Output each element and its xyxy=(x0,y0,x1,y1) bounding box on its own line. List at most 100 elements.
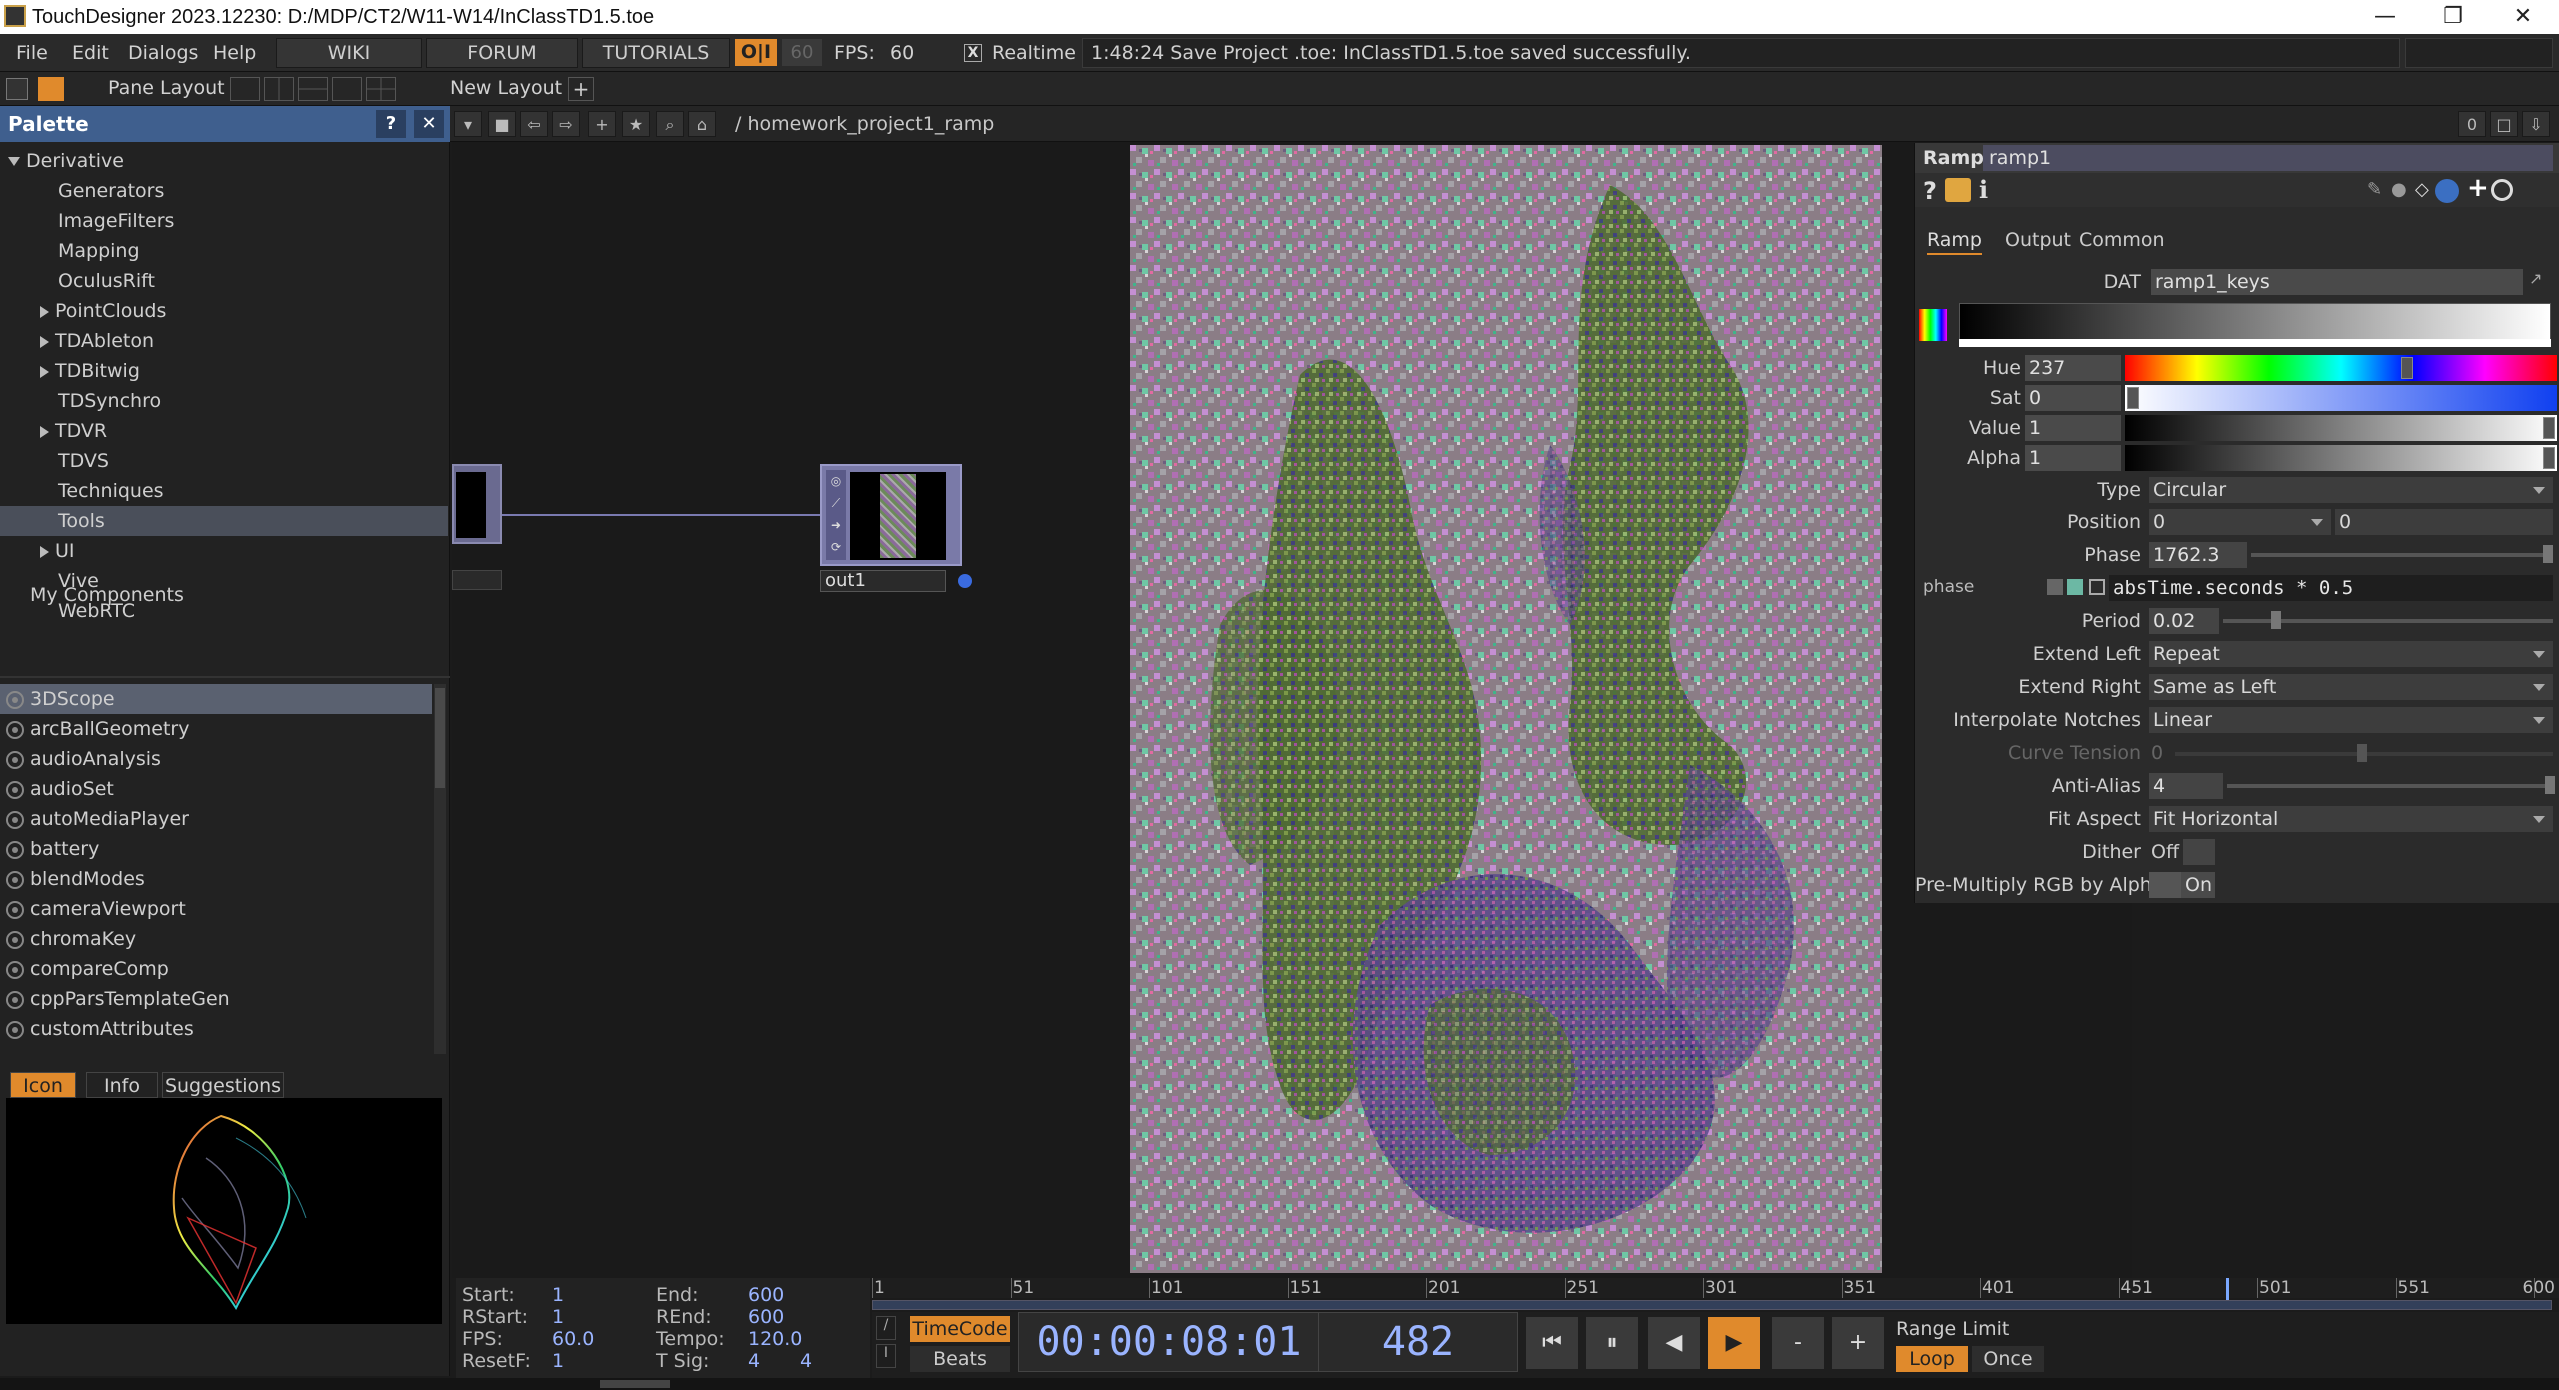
start-value[interactable]: 1 xyxy=(552,1284,564,1306)
component-item[interactable]: blendModes xyxy=(0,864,432,894)
ramp-color-icon[interactable] xyxy=(1919,309,1947,341)
tab-common[interactable]: Common xyxy=(2079,229,2165,251)
scroll-thumb[interactable] xyxy=(435,688,445,788)
edit-pencil-icon[interactable]: ✎ xyxy=(2367,179,2382,200)
rstart-value[interactable]: 1 xyxy=(552,1306,564,1328)
hue-slider[interactable] xyxy=(2125,355,2557,381)
tree-item-imagefilters[interactable]: ImageFilters xyxy=(0,206,448,236)
layout-single-icon[interactable] xyxy=(230,77,260,101)
pause-icon[interactable]: ⏸ xyxy=(1586,1317,1638,1369)
hue-slider-knob[interactable] xyxy=(2401,357,2413,379)
palette-close-button[interactable]: ✕ xyxy=(414,110,444,138)
tab-icon[interactable]: Icon xyxy=(10,1072,76,1098)
operator-node-out1[interactable]: ◎ ⟋ ➜ ⟳ xyxy=(820,464,962,566)
alpha-field[interactable]: 1 xyxy=(2025,445,2121,471)
network-icon[interactable] xyxy=(38,77,64,101)
timecode-display[interactable]: 00:00:08:01 xyxy=(1018,1312,1320,1372)
timeline-ruler[interactable]: 1 51 101 151 201 251 301 351 401 451 501 551 600 xyxy=(872,1278,2559,1298)
tree-item-tdsynchro[interactable]: TDSynchro xyxy=(0,386,448,416)
component-item[interactable]: 3DScope xyxy=(0,684,432,714)
bar-toggle[interactable]: I xyxy=(876,1344,896,1368)
tempo-value[interactable]: 120.0 xyxy=(748,1328,802,1350)
op-name-field[interactable]: ramp1 xyxy=(1983,145,2553,171)
sat-slider[interactable] xyxy=(2125,385,2557,411)
curve-tension-field[interactable]: 0 xyxy=(2151,742,2163,764)
fit-aspect-dropdown[interactable]: Fit Horizontal xyxy=(2149,806,2553,832)
interpolate-notches-dropdown[interactable]: Linear xyxy=(2149,707,2553,733)
network-path[interactable]: / homework_project1_ramp xyxy=(735,113,994,135)
tree-item-tdbitwig[interactable]: TDBitwig xyxy=(0,356,448,386)
dat-arrow-icon[interactable]: ↗ xyxy=(2529,269,2542,288)
hue-field[interactable]: 237 xyxy=(2025,355,2121,381)
menu-dialogs[interactable]: Dialogs xyxy=(128,42,198,64)
curve-tension-knob[interactable] xyxy=(2357,744,2367,762)
back-arrow-icon[interactable]: ⇦ xyxy=(520,111,548,137)
display-flag-icon[interactable] xyxy=(958,574,972,588)
tree-item-ui[interactable]: UI xyxy=(0,536,448,566)
value-field[interactable]: 1 xyxy=(2025,415,2121,441)
component-item[interactable]: autoMediaPlayer xyxy=(0,804,432,834)
connection-wire[interactable] xyxy=(502,514,822,516)
position-x-field[interactable]: 0 xyxy=(2149,509,2331,535)
phase-field[interactable]: 1762.3 xyxy=(2149,542,2247,568)
tree-item-mapping[interactable]: Mapping xyxy=(0,236,448,266)
step-back-icon[interactable]: ◀ xyxy=(1648,1317,1700,1369)
close-window-button[interactable]: ✕ xyxy=(2488,0,2558,34)
anti-alias-slider[interactable] xyxy=(2227,784,2553,788)
component-item[interactable]: audioSet xyxy=(0,774,432,804)
python-help-icon[interactable] xyxy=(1945,178,1971,202)
operator-node-ramp[interactable] xyxy=(452,464,502,544)
component-item[interactable]: cppParsTemplateGen xyxy=(0,984,432,1014)
component-scrollbar[interactable] xyxy=(434,684,446,1054)
search-icon[interactable]: ⌕ xyxy=(656,111,684,137)
component-item[interactable]: compareComp xyxy=(0,954,432,984)
timecode-button[interactable]: TimeCode xyxy=(910,1316,1010,1342)
expand-right-icon[interactable] xyxy=(40,305,49,318)
position-y-field[interactable]: 0 xyxy=(2335,509,2553,535)
stop-icon[interactable]: ■ xyxy=(488,111,516,137)
menu-file[interactable]: File xyxy=(16,42,48,64)
forward-arrow-icon[interactable]: ⇨ xyxy=(552,111,580,137)
tree-item-tdvs[interactable]: TDVS xyxy=(0,446,448,476)
tree-item-techniques[interactable]: Techniques xyxy=(0,476,448,506)
maximize-button[interactable]: ❐ xyxy=(2418,0,2488,34)
anti-alias-field[interactable]: 4 xyxy=(2149,773,2223,799)
component-item[interactable]: cameraViewport xyxy=(0,894,432,924)
step-plus-button[interactable]: + xyxy=(1832,1317,1884,1369)
expr-mode-icon[interactable] xyxy=(2047,579,2063,595)
python-icon[interactable] xyxy=(2435,179,2459,203)
component-item[interactable]: audioAnalysis xyxy=(0,744,432,774)
value-slider[interactable] xyxy=(2125,415,2557,441)
period-field[interactable]: 0.02 xyxy=(2149,608,2219,634)
comment-icon[interactable]: ● xyxy=(2391,179,2407,200)
component-item[interactable]: customAttributes xyxy=(0,1014,432,1044)
tree-item-my-components[interactable]: My Components xyxy=(0,580,448,610)
add-operator-icon[interactable]: + xyxy=(588,111,616,137)
network-menu-icon[interactable]: ▾ xyxy=(454,111,482,137)
info-icon[interactable]: i xyxy=(1979,175,1988,204)
dat-field[interactable]: ramp1_keys xyxy=(2151,269,2523,295)
expand-right-icon[interactable] xyxy=(40,335,49,348)
expr-checkbox[interactable] xyxy=(2089,579,2105,595)
alpha-slider[interactable] xyxy=(2125,445,2557,471)
menu-help[interactable]: Help xyxy=(213,42,256,64)
tree-item-tdvr[interactable]: TDVR xyxy=(0,416,448,446)
alpha-slider-knob[interactable] xyxy=(2543,447,2555,469)
node-viewer-flags[interactable]: ◎ ⟋ ➜ ⟳ xyxy=(826,470,846,560)
layout-split-v-icon[interactable] xyxy=(264,77,294,101)
palette-help-button[interactable]: ? xyxy=(376,110,406,138)
node-flags[interactable] xyxy=(452,570,502,590)
anti-alias-knob[interactable] xyxy=(2545,776,2555,794)
rewind-to-start-icon[interactable]: ⏮ xyxy=(1526,1317,1578,1369)
pane-menu-icon[interactable]: ⇩ xyxy=(2522,111,2550,137)
sat-field[interactable]: 0 xyxy=(2025,385,2121,411)
period-slider-knob[interactable] xyxy=(2271,611,2281,629)
target-icon[interactable] xyxy=(2491,179,2513,201)
maximize-pane-icon[interactable]: □ xyxy=(2490,111,2518,137)
tab-ramp[interactable]: Ramp xyxy=(1927,229,1982,255)
extend-left-dropdown[interactable]: Repeat xyxy=(2149,641,2553,667)
loop-button[interactable]: Loop xyxy=(1896,1346,1968,1372)
step-minus-button[interactable]: - xyxy=(1772,1317,1824,1369)
tree-item-generators[interactable]: Generators xyxy=(0,176,448,206)
fps-value-timeline[interactable]: 60.0 xyxy=(552,1328,594,1350)
